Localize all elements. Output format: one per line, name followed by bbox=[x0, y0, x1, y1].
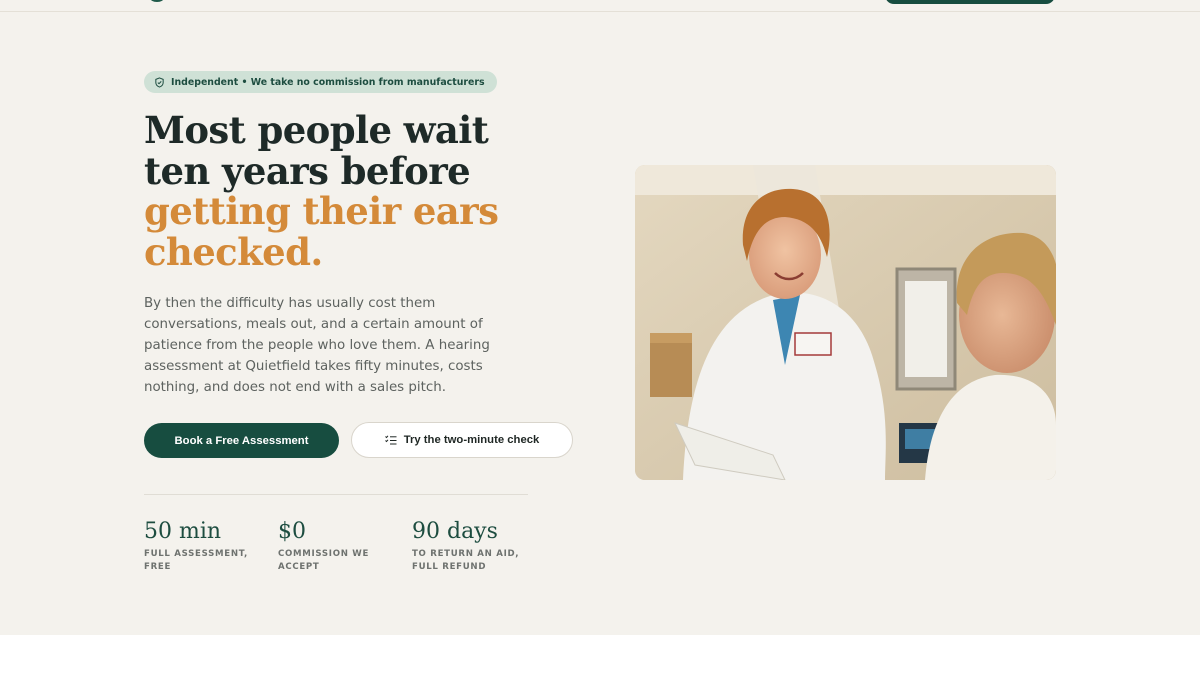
hero-photo bbox=[635, 165, 1056, 480]
stats-divider bbox=[144, 494, 528, 495]
logo-icon[interactable] bbox=[150, 0, 164, 2]
badge-text: Independent • We take no commission from… bbox=[171, 76, 485, 88]
independence-badge: Independent • We take no commission from… bbox=[144, 71, 497, 93]
top-nav-bar bbox=[0, 0, 1200, 12]
book-assessment-button[interactable]: Book a Free Assessment bbox=[144, 423, 339, 458]
stat-label: Commission we accept bbox=[278, 549, 370, 572]
checklist-icon bbox=[384, 435, 397, 445]
stat-commission: $0 Commission we accept bbox=[278, 519, 403, 574]
nav-cta-button[interactable] bbox=[885, 0, 1055, 4]
headline-accent-line-2: checked. bbox=[144, 229, 323, 274]
shield-check-icon bbox=[155, 76, 164, 88]
two-minute-check-label: Try the two-minute check bbox=[403, 434, 540, 446]
stat-value: 90 days bbox=[412, 519, 498, 544]
hero-headline: Most people wait ten years before gettin… bbox=[144, 110, 564, 272]
audiologist-with-patient-image bbox=[635, 165, 1056, 480]
stat-refund: 90 days To return an aid, full refund bbox=[412, 519, 537, 574]
stat-label: To return an aid, full refund bbox=[412, 549, 520, 572]
headline-accent-line-1: getting their ears bbox=[144, 189, 499, 233]
two-minute-check-button[interactable]: Try the two-minute check bbox=[351, 422, 573, 458]
headline-line-1: Most people wait bbox=[144, 108, 489, 152]
stat-assessment: 50 min Full assessment, free bbox=[144, 519, 269, 574]
hero-section: Independent • We take no commission from… bbox=[0, 12, 1200, 635]
stat-label: Full assessment, free bbox=[144, 549, 249, 572]
stat-value: 50 min bbox=[144, 519, 222, 544]
hero-description: By then the difficulty has usually cost … bbox=[144, 296, 490, 395]
headline-line-2: ten years before bbox=[144, 148, 471, 193]
stat-value: $0 bbox=[278, 519, 306, 544]
